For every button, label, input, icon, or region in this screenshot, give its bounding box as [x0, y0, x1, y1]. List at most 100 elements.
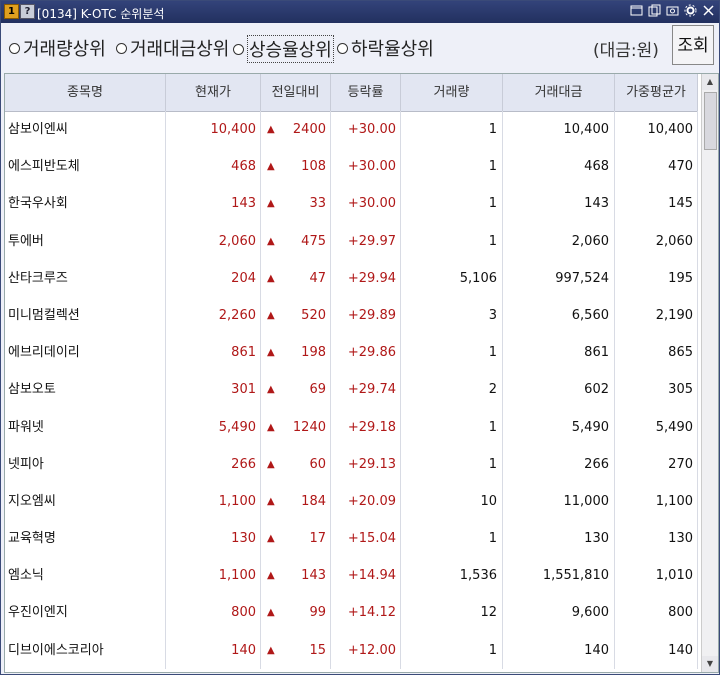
cell-price: 143	[166, 185, 261, 223]
table-row[interactable]: 교육혁명 130 ▲ 17 +15.04 1 130 130	[5, 520, 698, 558]
table-row[interactable]: 에브리데이리 861 ▲ 198 +29.86 1 861 865	[5, 334, 698, 372]
col-header-name[interactable]: 종목명	[5, 74, 166, 111]
col-header-price[interactable]: 현재가	[166, 74, 261, 111]
radio-volume-top[interactable]: 거래량상위	[9, 35, 106, 61]
scrollbar-thumb[interactable]	[704, 92, 717, 150]
table-row[interactable]: 한국우사회 143 ▲ 33 +30.00 1 143 145	[5, 185, 698, 223]
table-row[interactable]: 지오엠씨 1,100 ▲ 184 +20.09 10 11,000 1,100	[5, 482, 698, 521]
cell-price: 10,400	[166, 111, 261, 149]
cell-rate: +29.86	[331, 334, 401, 372]
cell-amount: 997,524	[503, 259, 615, 297]
scroll-down-icon[interactable]: ▼	[702, 656, 718, 672]
cell-amount: 10,400	[503, 111, 615, 149]
col-header-amount[interactable]: 거래대금	[503, 74, 615, 111]
cell-avg: 10,400	[615, 111, 698, 149]
table-row[interactable]: 미니멈컬렉션 2,260 ▲ 520 +29.89 3 6,560 2,190	[5, 296, 698, 335]
table-row[interactable]: 디브이에스코리아 140 ▲ 15 +12.00 1 140 140	[5, 631, 698, 669]
radio-label: 거래량상위	[23, 39, 106, 60]
cell-price: 301	[166, 371, 261, 409]
cell-change: ▲ 17	[261, 520, 331, 558]
cell-name: 산타크루즈	[5, 259, 166, 297]
cell-change: ▲ 2400	[261, 111, 331, 149]
cell-name: 디브이에스코리아	[5, 631, 166, 669]
ranking-table: 종목명 현재가 전일대비 등락률 거래량 거래대금 가중평균가 삼보이엔씨 10,…	[4, 73, 719, 673]
col-header-volume[interactable]: 거래량	[401, 74, 503, 111]
cell-avg: 1,010	[615, 557, 698, 595]
radio-circle-icon[interactable]	[233, 43, 244, 55]
cell-amount: 1,551,810	[503, 557, 615, 595]
vertical-scrollbar[interactable]: ▲ ▼	[701, 74, 718, 672]
change-value: 184	[301, 493, 326, 509]
cell-volume: 1	[401, 111, 503, 149]
table-row[interactable]: 삼보오토 301 ▲ 69 +29.74 2 602 305	[5, 371, 698, 409]
cell-avg: 5,490	[615, 408, 698, 446]
change-value: 33	[309, 196, 326, 212]
cell-amount: 6,560	[503, 296, 615, 335]
col-header-change[interactable]: 전일대비	[261, 74, 331, 111]
cell-avg: 145	[615, 185, 698, 223]
up-arrow-icon: ▲	[267, 533, 275, 545]
cell-volume: 5,106	[401, 259, 503, 297]
cell-amount: 602	[503, 371, 615, 409]
titlebar: 1 ? [0134] K-OTC 순위분석	[1, 1, 719, 23]
window-icon[interactable]	[629, 4, 643, 18]
cell-rate: +30.00	[331, 185, 401, 223]
cell-name: 우진이엔지	[5, 594, 166, 632]
radio-amount-top[interactable]: 거래대금상위	[116, 35, 229, 61]
query-button[interactable]: 조회	[672, 25, 714, 65]
cell-price: 2,260	[166, 296, 261, 335]
up-arrow-icon: ▲	[267, 495, 275, 507]
cell-volume: 3	[401, 296, 503, 335]
table-row[interactable]: 우진이엔지 800 ▲ 99 +14.12 12 9,600 800	[5, 594, 698, 632]
table-row[interactable]: 넷피아 266 ▲ 60 +29.13 1 266 270	[5, 445, 698, 483]
change-value: 17	[309, 531, 326, 547]
screen-number-badge[interactable]: 1	[4, 4, 19, 19]
change-value: 143	[301, 568, 326, 584]
cell-price: 861	[166, 334, 261, 372]
cell-name: 삼보이엔씨	[5, 111, 166, 149]
up-arrow-icon: ▲	[267, 235, 275, 247]
cell-amount: 266	[503, 445, 615, 483]
change-value: 47	[309, 270, 326, 286]
table-row[interactable]: 에스피반도체 468 ▲ 108 +30.00 1 468 470	[5, 148, 698, 186]
cell-avg: 865	[615, 334, 698, 372]
help-icon[interactable]: ?	[20, 4, 35, 19]
cell-price: 1,100	[166, 482, 261, 521]
cell-name: 엠소닉	[5, 557, 166, 595]
cell-name: 투에버	[5, 222, 166, 260]
radio-circle-icon[interactable]	[337, 42, 348, 54]
settings-icon[interactable]	[683, 4, 697, 18]
radio-circle-icon[interactable]	[116, 42, 127, 54]
change-value: 15	[309, 642, 326, 658]
table-row[interactable]: 산타크루즈 204 ▲ 47 +29.94 5,106 997,524 195	[5, 259, 698, 297]
change-value: 2400	[292, 122, 326, 137]
change-value: 108	[301, 159, 326, 175]
col-header-avg[interactable]: 가중평균가	[615, 74, 698, 111]
cell-change: ▲ 47	[261, 259, 331, 297]
cell-rate: +29.97	[331, 222, 401, 260]
cell-avg: 270	[615, 445, 698, 483]
scroll-up-icon[interactable]: ▲	[702, 74, 718, 90]
copy-icon[interactable]	[647, 4, 661, 18]
radio-fall-top[interactable]: 하락율상위	[337, 35, 434, 61]
cell-name: 삼보오토	[5, 371, 166, 409]
cell-change: ▲ 15	[261, 631, 331, 669]
table-row[interactable]: 투에버 2,060 ▲ 475 +29.97 1 2,060 2,060	[5, 222, 698, 260]
cell-name: 지오엠씨	[5, 482, 166, 521]
col-header-rate[interactable]: 등락률	[331, 74, 401, 111]
up-arrow-icon: ▲	[267, 309, 275, 321]
cell-name: 에스피반도체	[5, 148, 166, 186]
table-row[interactable]: 삼보이엔씨 10,400 ▲ 2400 +30.00 1 10,400 10,400	[5, 111, 698, 149]
cell-change: ▲ 520	[261, 296, 331, 335]
cell-avg: 1,100	[615, 482, 698, 521]
radio-rise-top[interactable]: 상승율상위	[233, 35, 334, 63]
camera-icon[interactable]	[665, 4, 679, 18]
cell-amount: 130	[503, 520, 615, 558]
table-row[interactable]: 엠소닉 1,100 ▲ 143 +14.94 1,536 1,551,810 1,010	[5, 557, 698, 595]
change-value: 520	[301, 307, 326, 323]
cell-amount: 861	[503, 334, 615, 372]
radio-circle-icon[interactable]	[9, 42, 20, 54]
cell-volume: 1	[401, 408, 503, 446]
close-icon[interactable]	[701, 4, 715, 18]
table-row[interactable]: 파워넷 5,490 ▲ 1240 +29.18 1 5,490 5,490	[5, 408, 698, 446]
